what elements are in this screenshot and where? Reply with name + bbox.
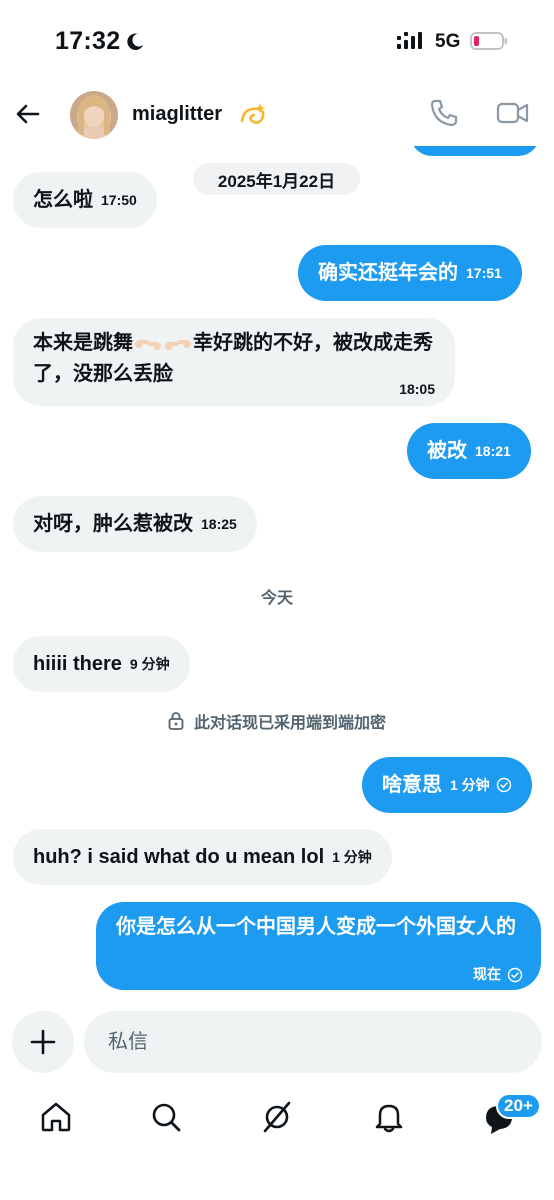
message-incoming[interactable]: 怎么啦 17:50	[13, 172, 157, 228]
message-time: 现在	[473, 966, 501, 982]
message-text: huh? i said what do u mean lol	[33, 845, 325, 868]
search-icon[interactable]	[149, 1100, 183, 1134]
message-time: 1 分钟	[332, 848, 372, 865]
back-arrow-icon[interactable]	[14, 100, 42, 128]
message-outgoing[interactable]: 你是怎么从一个中国男人变成一个外国女人的 现在	[96, 902, 541, 990]
encryption-notice: 此对话现已采用端到端加密	[0, 709, 554, 733]
message-text: 你是怎么从一个中国男人变成一个外国女人的	[116, 916, 516, 938]
message-time: 17:50	[101, 191, 137, 208]
message-text: 确实还挺年会的	[318, 261, 458, 284]
message-outgoing[interactable]: 啥意思 1 分钟	[362, 757, 532, 813]
message-incoming[interactable]: huh? i said what do u mean lol 1 分钟	[13, 829, 392, 885]
message-time: 1 分钟	[450, 776, 490, 793]
notifications-icon[interactable]	[372, 1100, 406, 1134]
message-text: 啥意思	[382, 773, 442, 796]
pointing-hands-icon	[133, 333, 163, 355]
message-time: 18:25	[201, 515, 237, 532]
message-time: 17:51	[466, 264, 502, 281]
message-outgoing[interactable]: 被改 18:21	[407, 423, 531, 479]
signal-icon	[397, 32, 422, 49]
add-attachment-button[interactable]	[12, 1011, 74, 1073]
home-icon[interactable]	[39, 1100, 73, 1134]
conversation-header: miaglitter	[0, 84, 554, 146]
network-label: 5G	[435, 31, 461, 52]
username[interactable]: miaglitter	[132, 103, 222, 126]
messages-badge: 20+	[496, 1093, 541, 1119]
lock-icon	[168, 712, 184, 730]
read-receipt-icon	[496, 777, 511, 793]
plus-icon	[30, 1029, 56, 1055]
message-time: 18:05	[399, 381, 435, 397]
message-incoming[interactable]: 本来是跳舞 幸好跳的不好，被改成走秀了，没那么丢脸 18:05	[13, 318, 455, 406]
dizzy-icon	[240, 103, 266, 124]
today-separator: 今天	[260, 590, 293, 607]
avatar[interactable]	[70, 91, 118, 139]
date-separator: 2025年1月22日	[193, 163, 360, 195]
message-incoming[interactable]: 对呀，肿么惹被改 18:25	[13, 496, 257, 552]
video-icon[interactable]	[496, 98, 530, 128]
message-incoming[interactable]: hiiii there 9 分钟	[13, 636, 190, 692]
read-receipt-icon	[507, 967, 523, 982]
message-time: 18:21	[475, 442, 511, 459]
message-outgoing[interactable]: 确实还挺年会的 17:51	[298, 245, 522, 301]
status-bar: 17:32 5G	[0, 0, 554, 84]
encryption-text: 此对话现已采用端到端加密	[193, 715, 386, 732]
status-time: 17:32	[55, 27, 121, 55]
message-text: 怎么啦	[33, 188, 93, 211]
message-text: 对呀，肿么惹被改	[33, 512, 193, 535]
phone-icon[interactable]	[428, 97, 460, 129]
message-text: hiiii there	[33, 652, 122, 675]
message-input[interactable]	[84, 1011, 542, 1073]
message-text: 被改	[427, 439, 467, 462]
battery-low-icon	[470, 32, 507, 50]
pointing-hands-icon	[163, 333, 193, 355]
message-time: 9 分钟	[129, 655, 170, 672]
message-text: 本来是跳舞	[33, 332, 133, 354]
moon-icon	[127, 33, 144, 50]
message-time-group: 现在	[473, 959, 523, 990]
grok-icon[interactable]	[260, 1100, 294, 1134]
